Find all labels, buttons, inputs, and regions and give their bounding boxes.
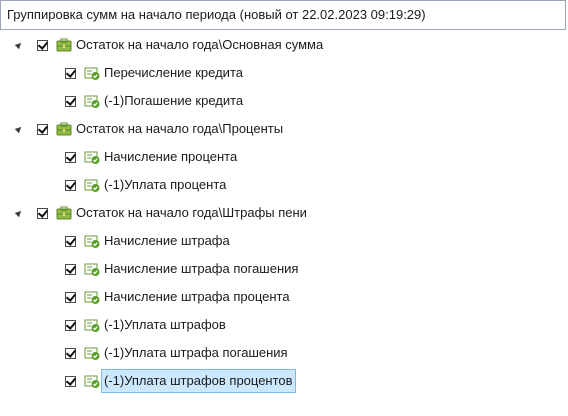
tree-checkbox[interactable] bbox=[37, 208, 48, 219]
collapse-expander-icon[interactable] bbox=[14, 40, 24, 50]
tree-node-label[interactable]: Перечисление кредита bbox=[102, 62, 245, 84]
tree-item-row[interactable]: Начисление штрафа процента bbox=[0, 286, 568, 308]
tree-item-row[interactable]: Начисление штрафа bbox=[0, 230, 568, 252]
collapse-expander-icon[interactable] bbox=[14, 208, 24, 218]
tree-node-label[interactable]: Начисление штрафа процента bbox=[102, 286, 292, 308]
item-check-icon bbox=[84, 373, 100, 389]
tree-node-label[interactable]: (-1)Уплата штрафа погашения bbox=[102, 342, 290, 364]
tree-group-row[interactable]: Остаток на начало года\Основная сумма bbox=[0, 34, 568, 56]
tree-checkbox[interactable] bbox=[37, 40, 48, 51]
item-check-icon bbox=[84, 233, 100, 249]
tree-checkbox[interactable] bbox=[37, 124, 48, 135]
tree-checkbox[interactable] bbox=[65, 376, 76, 387]
collapse-expander-icon[interactable] bbox=[14, 124, 24, 134]
item-check-icon bbox=[84, 345, 100, 361]
tree-checkbox[interactable] bbox=[65, 320, 76, 331]
item-check-icon bbox=[84, 149, 100, 165]
tree-group-row[interactable]: Остаток на начало года\Проценты bbox=[0, 118, 568, 140]
item-check-icon bbox=[84, 289, 100, 305]
folder-group-icon bbox=[56, 121, 72, 137]
tree-node-label[interactable]: (-1)Уплата штрафов bbox=[102, 314, 228, 336]
item-check-icon bbox=[84, 65, 100, 81]
folder-group-icon bbox=[56, 205, 72, 221]
tree-node-label[interactable]: (-1)Уплата штрафов процентов bbox=[101, 369, 296, 393]
item-check-icon bbox=[84, 317, 100, 333]
tree-group-row[interactable]: Остаток на начало года\Штрафы пени bbox=[0, 202, 568, 224]
item-check-icon bbox=[84, 177, 100, 193]
tree-header: Группировка сумм на начало периода (новы… bbox=[0, 0, 566, 30]
tree-item-row[interactable]: Начисление штрафа погашения bbox=[0, 258, 568, 280]
item-check-icon bbox=[84, 93, 100, 109]
tree-node-label[interactable]: Остаток на начало года\Проценты bbox=[74, 118, 285, 140]
tree-item-row[interactable]: Начисление процента bbox=[0, 146, 568, 168]
tree-node-label[interactable]: Остаток на начало года\Штрафы пени bbox=[74, 202, 309, 224]
tree-checkbox[interactable] bbox=[65, 348, 76, 359]
tree-checkbox[interactable] bbox=[65, 68, 76, 79]
tree-checkbox[interactable] bbox=[65, 152, 76, 163]
tree-checkbox[interactable] bbox=[65, 236, 76, 247]
tree-item-row[interactable]: (-1)Уплата штрафов процентов bbox=[0, 369, 568, 393]
tree-checkbox[interactable] bbox=[65, 180, 76, 191]
tree-checkbox[interactable] bbox=[65, 96, 76, 107]
tree-node-label[interactable]: (-1)Уплата процента bbox=[102, 174, 228, 196]
tree-node-label[interactable]: Начисление штрафа погашения bbox=[102, 258, 300, 280]
tree-item-row[interactable]: Перечисление кредита bbox=[0, 62, 568, 84]
item-check-icon bbox=[84, 261, 100, 277]
tree-item-row[interactable]: (-1)Уплата процента bbox=[0, 174, 568, 196]
tree-node-label[interactable]: Остаток на начало года\Основная сумма bbox=[74, 34, 325, 56]
tree-node-label[interactable]: (-1)Погашение кредита bbox=[102, 90, 245, 112]
tree-node-label[interactable]: Начисление процента bbox=[102, 146, 239, 168]
tree-item-row[interactable]: (-1)Уплата штрафов bbox=[0, 314, 568, 336]
tree-item-row[interactable]: (-1)Уплата штрафа погашения bbox=[0, 342, 568, 364]
tree-item-row[interactable]: (-1)Погашение кредита bbox=[0, 90, 568, 112]
tree-node-label[interactable]: Начисление штрафа bbox=[102, 230, 232, 252]
folder-group-icon bbox=[56, 37, 72, 53]
tree-checkbox[interactable] bbox=[65, 292, 76, 303]
tree-checkbox[interactable] bbox=[65, 264, 76, 275]
